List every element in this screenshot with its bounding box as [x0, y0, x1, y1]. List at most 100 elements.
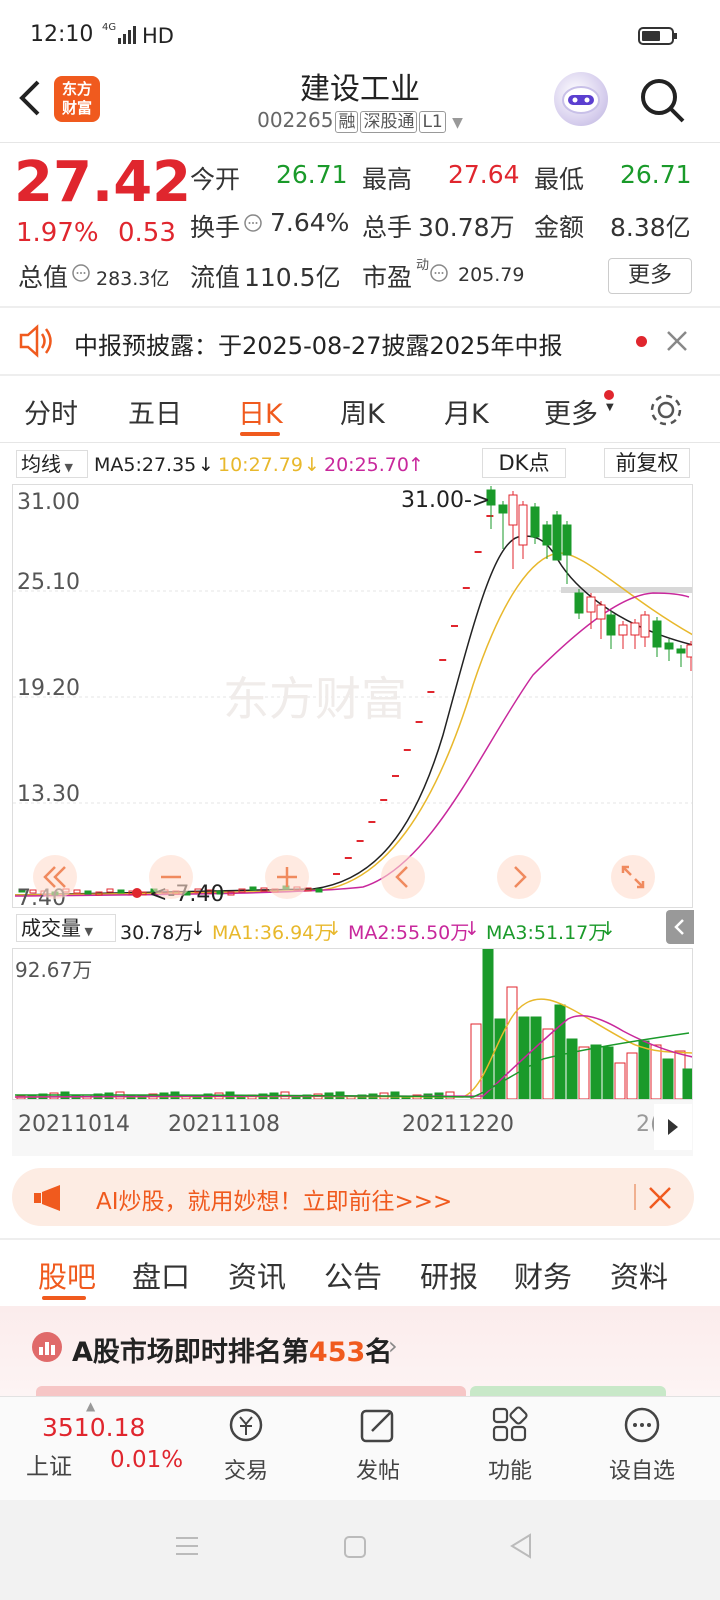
- functions-label[interactable]: 功能: [470, 1453, 550, 1485]
- info-icon[interactable]: [430, 264, 448, 286]
- volume-bar: [470, 1023, 482, 1099]
- divider: [0, 306, 720, 308]
- scroll-right-button[interactable]: [654, 1104, 692, 1150]
- date-label: 20211220: [402, 1112, 514, 1137]
- tab-profile[interactable]: 资料: [610, 1254, 668, 1296]
- tab-pankou[interactable]: 盘口: [132, 1254, 190, 1296]
- divider: [0, 142, 720, 143]
- candle: [586, 596, 596, 613]
- candle: [333, 873, 340, 875]
- candle: [630, 622, 640, 636]
- functions-nav-item[interactable]: [486, 1405, 534, 1451]
- search-icon[interactable]: [638, 76, 686, 128]
- watchlist-nav-item[interactable]: [618, 1405, 666, 1451]
- scroll-left-button[interactable]: [381, 855, 425, 899]
- active-tab-indicator: [42, 1296, 86, 1300]
- plus-icon: [277, 867, 297, 887]
- ma-selector[interactable]: 均线 ▼: [16, 450, 88, 478]
- tab-research[interactable]: 研报: [420, 1254, 478, 1296]
- candle: [117, 889, 125, 894]
- tab-weekly-k[interactable]: 周K: [340, 392, 385, 431]
- zoom-out-button[interactable]: [149, 855, 193, 899]
- tag-margin: 融: [335, 111, 359, 133]
- close-icon[interactable]: [666, 330, 688, 356]
- ma20-arrow: ↑: [408, 454, 424, 476]
- post-label[interactable]: 发帖: [338, 1453, 418, 1485]
- float-value: 110.5亿: [244, 263, 341, 292]
- code-dropdown-icon[interactable]: ▼: [452, 115, 463, 131]
- network-indicator: 4G: [102, 22, 117, 33]
- notice-text[interactable]: 中报预披露：于2025-08-27披露2025年中报: [74, 326, 563, 361]
- candle: [368, 821, 376, 823]
- status-time: 12:10: [30, 22, 94, 47]
- adjust-button[interactable]: 前复权: [604, 448, 690, 478]
- stock-code: 002265: [257, 108, 334, 132]
- speaker-icon: [18, 324, 54, 362]
- ma-selector-label: 均线: [21, 452, 61, 476]
- low-value: 26.71: [620, 160, 692, 189]
- candle: [474, 551, 482, 553]
- date-label: 20211108: [168, 1112, 280, 1137]
- volume-selector[interactable]: 成交量 ▼: [16, 914, 116, 942]
- tab-financials[interactable]: 财务: [514, 1254, 572, 1296]
- rank-card[interactable]: A股市场即时排名第453名 ›: [0, 1306, 720, 1396]
- zoom-in-button[interactable]: [265, 855, 309, 899]
- home-icon[interactable]: [342, 1534, 368, 1560]
- info-icon[interactable]: [72, 264, 90, 286]
- back-nav-icon[interactable]: [508, 1532, 534, 1560]
- notice-dot: [636, 336, 647, 347]
- candle: [574, 592, 584, 614]
- tab-more[interactable]: 更多: [544, 392, 598, 431]
- signal-icon: [118, 26, 138, 48]
- open-value: 26.71: [276, 160, 348, 189]
- index-name[interactable]: 上证: [26, 1447, 72, 1481]
- float-label: 流值: [190, 263, 241, 292]
- y-label: 19.20: [17, 676, 80, 701]
- volume-selector-label: 成交量: [21, 916, 81, 940]
- amount-label: 金额: [534, 213, 585, 242]
- volume-bar: [566, 1038, 578, 1099]
- kline-chart[interactable]: 东方财富 31.00-> <-7.40 31.00 25.10 19.20 13…: [12, 484, 693, 908]
- vol-ma2-arrow: ↓: [464, 918, 480, 940]
- tab-intraday[interactable]: 分时: [24, 392, 78, 431]
- rank-icon: [32, 1332, 62, 1362]
- info-icon[interactable]: [244, 214, 262, 236]
- post-nav-item[interactable]: [354, 1405, 402, 1451]
- fullscreen-button[interactable]: [611, 855, 655, 899]
- settings-icon[interactable]: [646, 390, 686, 434]
- tab-five-day[interactable]: 五日: [128, 392, 182, 431]
- change-amount: 0.53: [118, 218, 176, 248]
- scroll-right-button[interactable]: [497, 855, 541, 899]
- pe-superscript: 动: [416, 258, 430, 273]
- tab-announcements[interactable]: 公告: [324, 1254, 382, 1296]
- scroll-left-far-button[interactable]: [33, 855, 77, 899]
- volume-bar: [554, 1004, 566, 1099]
- tab-monthly-k[interactable]: 月K: [444, 392, 489, 431]
- ai-assistant-icon[interactable]: [554, 72, 608, 126]
- date-label: 20211014: [18, 1112, 130, 1137]
- more-dots-icon: [624, 1407, 660, 1443]
- turnover-value: 7.64%: [270, 208, 350, 237]
- dk-button[interactable]: DK点: [482, 448, 566, 478]
- watchlist-label[interactable]: 设自选: [596, 1453, 688, 1485]
- chevron-right-icon: [668, 1119, 678, 1135]
- menu-icon[interactable]: [174, 1534, 200, 1558]
- more-button[interactable]: 更多: [608, 258, 692, 294]
- volume-bar: [530, 1016, 542, 1099]
- close-icon[interactable]: [648, 1186, 672, 1210]
- tab-guba[interactable]: 股吧: [38, 1254, 96, 1296]
- ma5-value: MA5:27.35: [94, 454, 197, 476]
- trade-nav-item[interactable]: [222, 1405, 270, 1451]
- collapse-panel-button[interactable]: [666, 910, 694, 944]
- ad-banner[interactable]: AI炒股，就用妙想！立即前往>>>: [12, 1168, 694, 1226]
- candle: [562, 524, 572, 556]
- tab-daily-k[interactable]: 日K: [238, 392, 283, 431]
- index-change[interactable]: 0.01%: [110, 1447, 183, 1473]
- dk-label: DK点: [498, 451, 550, 475]
- tab-news[interactable]: 资讯: [228, 1254, 286, 1296]
- index-value[interactable]: 3510.18: [42, 1413, 145, 1442]
- candle: [596, 604, 606, 620]
- trade-label[interactable]: 交易: [206, 1453, 286, 1485]
- open-label: 今开: [190, 165, 241, 194]
- volume-chart[interactable]: 92.67万: [12, 948, 693, 1100]
